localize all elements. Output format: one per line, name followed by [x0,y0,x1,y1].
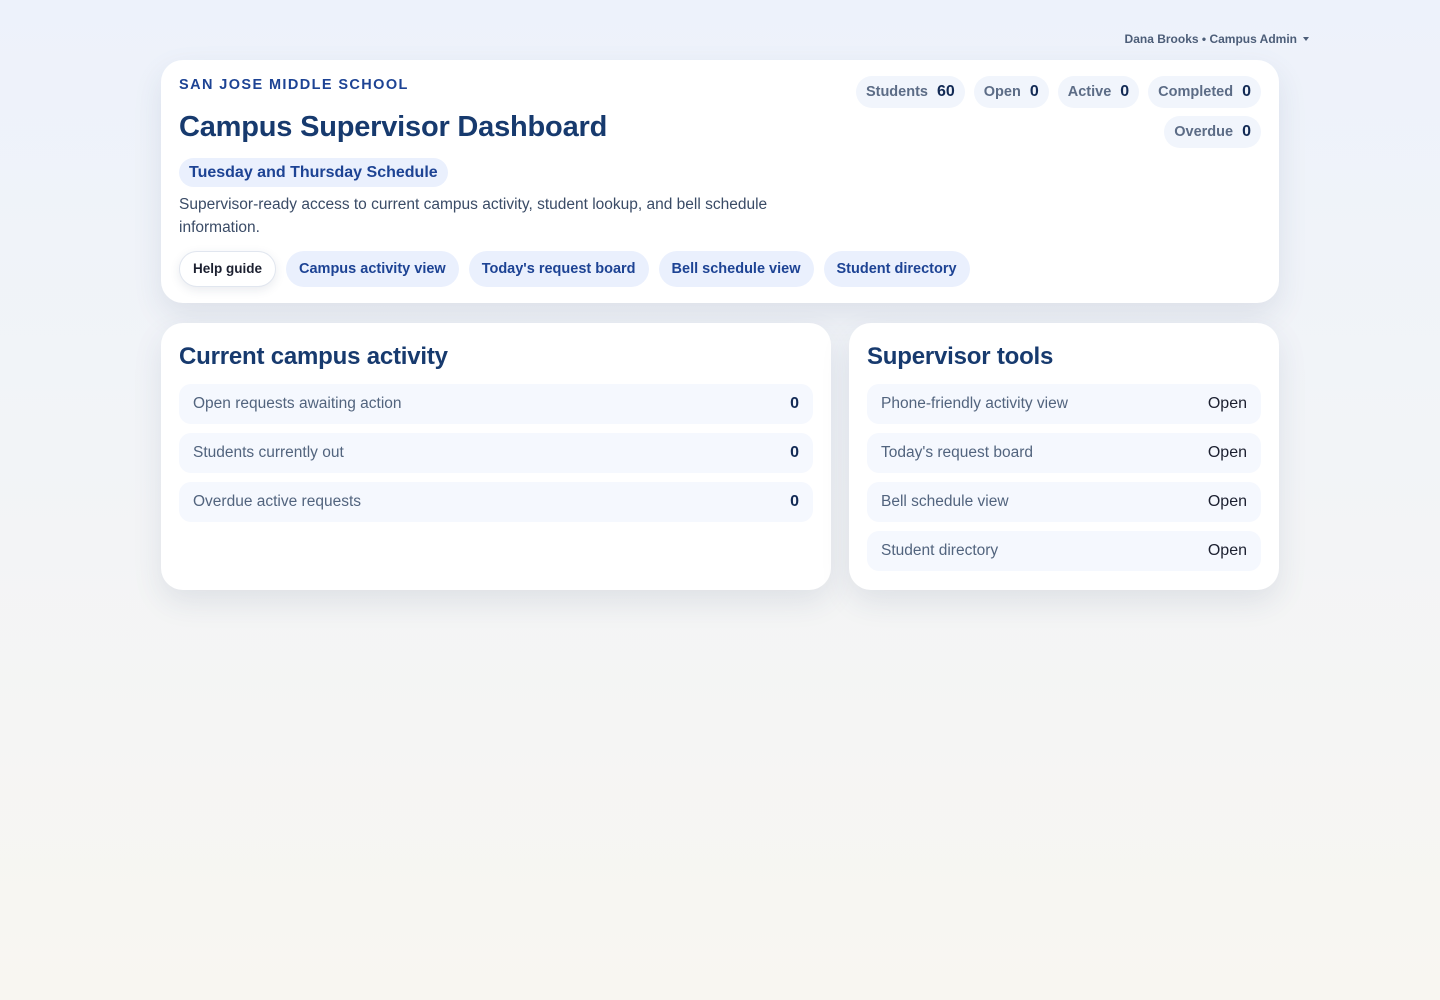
activity-row-open-requests: Open requests awaiting action 0 [179,384,813,424]
tool-row-activity-view[interactable]: Phone-friendly activity view Open [867,384,1261,424]
supervisor-tools-panel: Supervisor tools Phone-friendly activity… [849,323,1279,590]
campus-activity-panel: Current campus activity Open requests aw… [161,323,831,590]
stat-label: Students [865,84,928,100]
row-count: 0 [790,444,799,461]
stat-completed: Completed 0 [1148,76,1261,108]
school-name: SAN JOSE MIDDLE SCHOOL [179,77,409,93]
row-count: 0 [790,493,799,510]
bell-schedule-view-link[interactable]: Bell schedule view [658,251,814,287]
row-label: Student directory [881,542,999,559]
stat-label: Active [1067,84,1112,100]
caret-down-icon [1303,37,1309,41]
open-link[interactable]: Open [1208,444,1247,462]
row-label: Students currently out [193,444,344,461]
stat-value: 60 [936,83,955,100]
user-menu[interactable]: Dana Brooks • Campus Admin [1125,32,1309,46]
page-description: Supervisor-ready access to current campu… [179,196,768,236]
quick-links: Help guide Campus activity view Today's … [179,251,970,287]
stat-label: Completed [1158,84,1234,100]
open-link[interactable]: Open [1208,542,1247,560]
student-directory-link[interactable]: Student directory [823,251,970,287]
activity-row-overdue: Overdue active requests 0 [179,482,813,522]
stat-open: Open 0 [973,76,1049,108]
stat-value: 0 [1120,83,1130,100]
stat-students: Students 60 [855,76,965,108]
open-link[interactable]: Open [1208,395,1247,413]
row-label: Bell schedule view [881,493,1009,510]
stats-summary: Students 60 Open 0 Active 0 Completed 0 … [821,76,1261,148]
stat-value: 0 [1242,83,1251,100]
row-label: Overdue active requests [193,493,362,510]
request-board-link[interactable]: Today's request board [468,251,649,287]
row-label: Today's request board [881,444,1034,461]
campus-activity-view-link[interactable]: Campus activity view [286,251,459,287]
schedule-badge: Tuesday and Thursday Schedule [179,158,448,187]
tool-row-request-board[interactable]: Today's request board Open [867,433,1261,473]
user-menu-label: Dana Brooks • Campus Admin [1124,32,1297,46]
activity-list: Open requests awaiting action 0 Students… [179,384,813,522]
panel-title: Supervisor tools [867,343,1054,370]
open-link[interactable]: Open [1208,493,1247,511]
page-title: Campus Supervisor Dashboard [179,111,608,143]
dashboard-header-card: SAN JOSE MIDDLE SCHOOL Campus Supervisor… [161,60,1279,303]
stat-value: 0 [1242,123,1251,140]
stat-active: Active 0 [1057,76,1140,108]
stat-label: Overdue [1174,124,1234,140]
tool-row-bell-schedule[interactable]: Bell schedule view Open [867,482,1261,522]
stat-value: 0 [1029,83,1039,100]
help-guide-button[interactable]: Help guide [179,251,277,287]
stat-overdue: Overdue 0 [1164,116,1261,148]
activity-row-students-out: Students currently out 0 [179,433,813,473]
tools-list: Phone-friendly activity view Open Today'… [867,384,1261,571]
tool-row-student-directory[interactable]: Student directory Open [867,531,1261,571]
stat-label: Open [983,84,1021,100]
row-count: 0 [790,395,799,412]
row-label: Open requests awaiting action [193,395,402,412]
panel-title: Current campus activity [179,343,448,370]
row-label: Phone-friendly activity view [881,395,1068,412]
